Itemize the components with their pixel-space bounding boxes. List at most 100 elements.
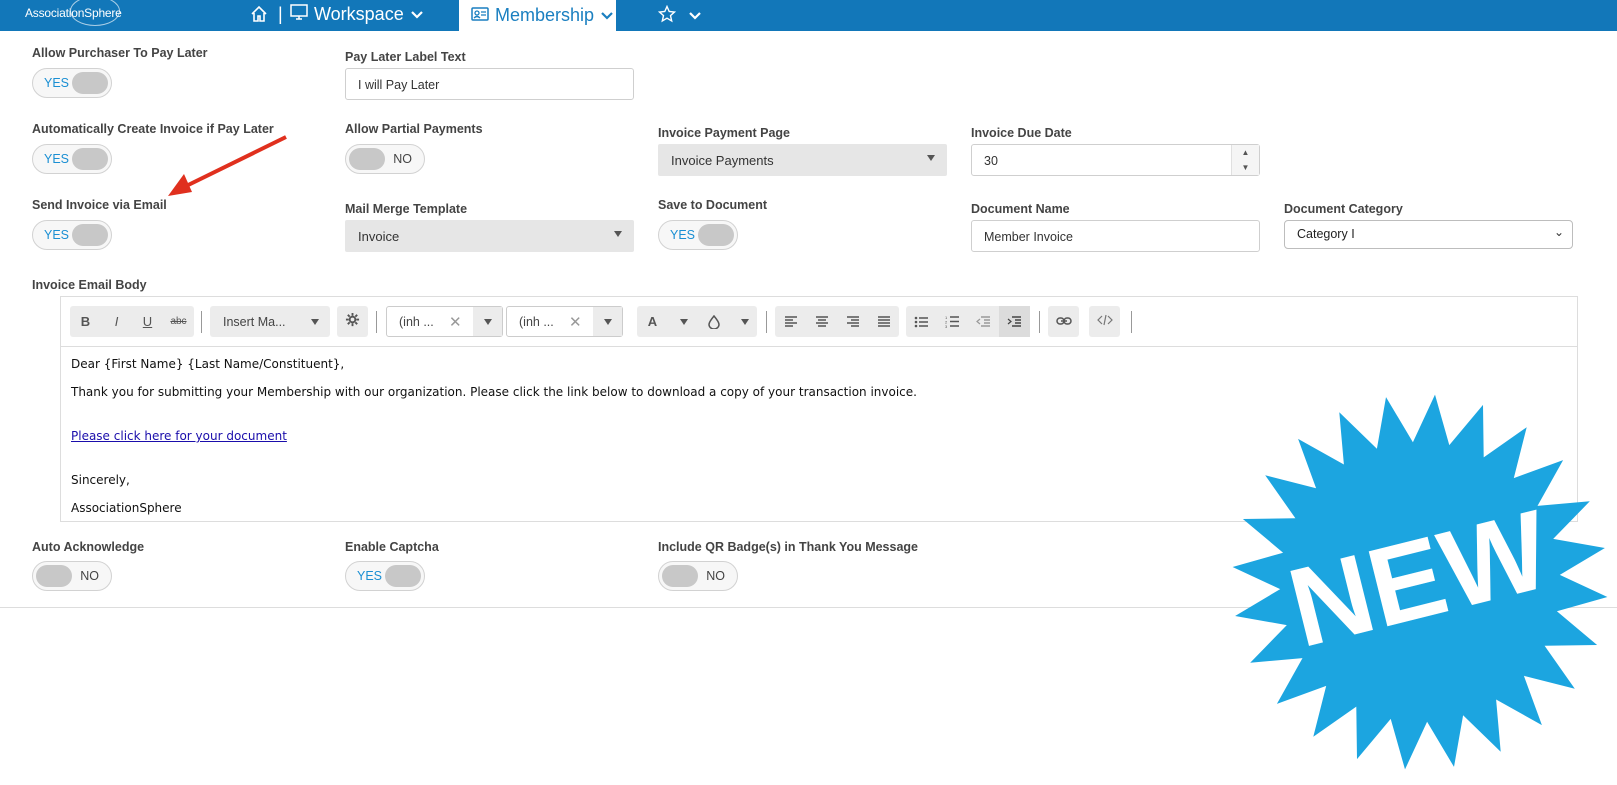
clear-icon[interactable]: ✕ bbox=[449, 313, 469, 331]
align-right-icon[interactable] bbox=[837, 306, 868, 337]
font-color-button[interactable]: A bbox=[637, 306, 668, 337]
toolbar-divider bbox=[766, 311, 767, 333]
toolbar-divider bbox=[376, 311, 377, 333]
align-justify-icon[interactable] bbox=[868, 306, 899, 337]
email-closing: Sincerely, bbox=[71, 473, 130, 487]
toggle-knob bbox=[72, 72, 108, 94]
list-group: 123 bbox=[906, 306, 1030, 337]
font-size-select[interactable]: (inh ... ✕ bbox=[506, 306, 623, 337]
toggle-knob bbox=[662, 565, 698, 587]
chevron-down-icon bbox=[600, 5, 614, 26]
document-link[interactable]: Please click here for your document bbox=[71, 429, 287, 443]
document-category-select[interactable]: Category I ⌄ bbox=[1284, 220, 1573, 249]
settings-button[interactable] bbox=[337, 306, 368, 337]
globe-logo-icon bbox=[70, 0, 120, 26]
invoice-due-date-label: Invoice Due Date bbox=[971, 126, 1072, 140]
gear-icon bbox=[345, 312, 360, 332]
enable-captcha-toggle[interactable]: YES bbox=[345, 561, 425, 591]
code-view-button[interactable] bbox=[1089, 306, 1120, 337]
bullet-list-icon[interactable] bbox=[906, 306, 937, 337]
font-family-select[interactable]: (inh ... ✕ bbox=[386, 306, 503, 337]
allow-pay-later-toggle[interactable]: YES bbox=[32, 68, 112, 98]
top-navigation-bar: AssociationSphere | Workspace Membership bbox=[0, 0, 1617, 31]
select-value: Invoice bbox=[358, 229, 400, 244]
nav-workspace-label: Workspace bbox=[314, 4, 404, 24]
toolbar-divider bbox=[1039, 311, 1040, 333]
indent-icon[interactable] bbox=[999, 306, 1030, 337]
auto-create-invoice-toggle[interactable]: YES bbox=[32, 144, 112, 174]
auto-acknowledge-toggle[interactable]: NO bbox=[32, 561, 112, 591]
caret-down-icon bbox=[680, 319, 688, 325]
star-icon bbox=[657, 4, 677, 28]
invoice-payment-page-select[interactable]: Invoice Payments bbox=[658, 144, 947, 176]
caret-down-icon bbox=[604, 319, 612, 325]
nav-membership-label: Membership bbox=[495, 5, 595, 25]
toggle-state: YES bbox=[44, 152, 70, 166]
toggle-knob bbox=[72, 224, 108, 246]
toggle-state: YES bbox=[357, 569, 383, 583]
send-invoice-email-toggle[interactable]: YES bbox=[32, 220, 112, 250]
select-value: Category I bbox=[1297, 227, 1355, 241]
color-group: A bbox=[637, 306, 757, 337]
font-color-dropdown[interactable] bbox=[668, 306, 698, 337]
toggle-state: YES bbox=[670, 228, 696, 242]
chevron-down-icon bbox=[410, 4, 424, 25]
link-button[interactable] bbox=[1048, 306, 1079, 337]
dropdown-toggle[interactable] bbox=[593, 307, 622, 336]
document-category-label: Document Category bbox=[1284, 202, 1403, 216]
toggle-knob bbox=[36, 565, 72, 587]
document-name-input[interactable]: Member Invoice bbox=[971, 220, 1260, 252]
id-card-icon bbox=[471, 5, 489, 26]
toggle-knob bbox=[385, 565, 421, 587]
save-to-document-toggle[interactable]: YES bbox=[658, 220, 738, 250]
toggle-state: YES bbox=[44, 76, 70, 90]
home-icon[interactable] bbox=[250, 5, 268, 28]
align-left-icon[interactable] bbox=[775, 306, 806, 337]
mail-merge-template-select[interactable]: Invoice bbox=[345, 220, 634, 252]
toggle-knob bbox=[72, 148, 108, 170]
link-icon bbox=[1055, 313, 1072, 331]
dropdown-toggle[interactable] bbox=[473, 307, 502, 336]
nav-workspace-menu[interactable]: Workspace bbox=[290, 4, 424, 25]
nav-membership-menu[interactable]: Membership bbox=[459, 0, 616, 31]
highlight-dropdown[interactable] bbox=[729, 306, 757, 337]
italic-button[interactable]: I bbox=[101, 306, 132, 337]
alignment-group bbox=[775, 306, 899, 337]
caret-down-icon bbox=[614, 231, 622, 237]
highlight-drop-icon[interactable] bbox=[698, 306, 729, 337]
numbered-list-icon[interactable]: 123 bbox=[937, 306, 968, 337]
toggle-state: NO bbox=[706, 569, 725, 583]
underline-button[interactable]: U bbox=[132, 306, 163, 337]
new-badge-starburst: NEW bbox=[1232, 394, 1608, 770]
annotation-arrow-icon bbox=[168, 135, 287, 196]
pay-later-label-input[interactable]: I will Pay Later bbox=[345, 68, 634, 100]
favorites-menu[interactable] bbox=[657, 4, 702, 28]
nav-separator: | bbox=[278, 4, 283, 24]
send-invoice-email-label: Send Invoice via Email bbox=[32, 198, 167, 212]
svg-text:3: 3 bbox=[945, 324, 948, 328]
include-qr-label: Include QR Badge(s) in Thank You Message bbox=[658, 540, 919, 554]
monitor-icon bbox=[290, 4, 308, 25]
outdent-icon[interactable] bbox=[968, 306, 999, 337]
bold-button[interactable]: B bbox=[70, 306, 101, 337]
clear-icon[interactable]: ✕ bbox=[569, 313, 589, 331]
caret-down-icon bbox=[741, 319, 749, 325]
font-family-value: (inh ... bbox=[399, 314, 434, 329]
insert-merge-dropdown[interactable]: Insert Ma... bbox=[210, 306, 330, 337]
partial-payments-label: Allow Partial Payments bbox=[345, 122, 483, 136]
number-spinner[interactable]: ▲ ▼ bbox=[1231, 145, 1259, 175]
insert-merge-label: Insert Ma... bbox=[223, 314, 286, 329]
strikethrough-button[interactable]: abc bbox=[163, 306, 194, 337]
code-icon bbox=[1096, 313, 1113, 331]
spin-up-icon[interactable]: ▲ bbox=[1232, 145, 1259, 160]
invoice-due-date-input[interactable]: 30 ▲ ▼ bbox=[971, 144, 1260, 176]
align-center-icon[interactable] bbox=[806, 306, 837, 337]
pay-later-label-text-label: Pay Later Label Text bbox=[345, 50, 466, 64]
email-greeting: Dear {First Name} {Last Name/Constituent… bbox=[71, 357, 345, 371]
include-qr-toggle[interactable]: NO bbox=[658, 561, 738, 591]
spin-down-icon[interactable]: ▼ bbox=[1232, 160, 1259, 175]
partial-payments-toggle[interactable]: NO bbox=[345, 144, 425, 174]
text-style-group: B I U abc bbox=[70, 306, 194, 337]
email-signature: AssociationSphere bbox=[71, 501, 182, 515]
chevron-down-icon bbox=[688, 8, 702, 26]
